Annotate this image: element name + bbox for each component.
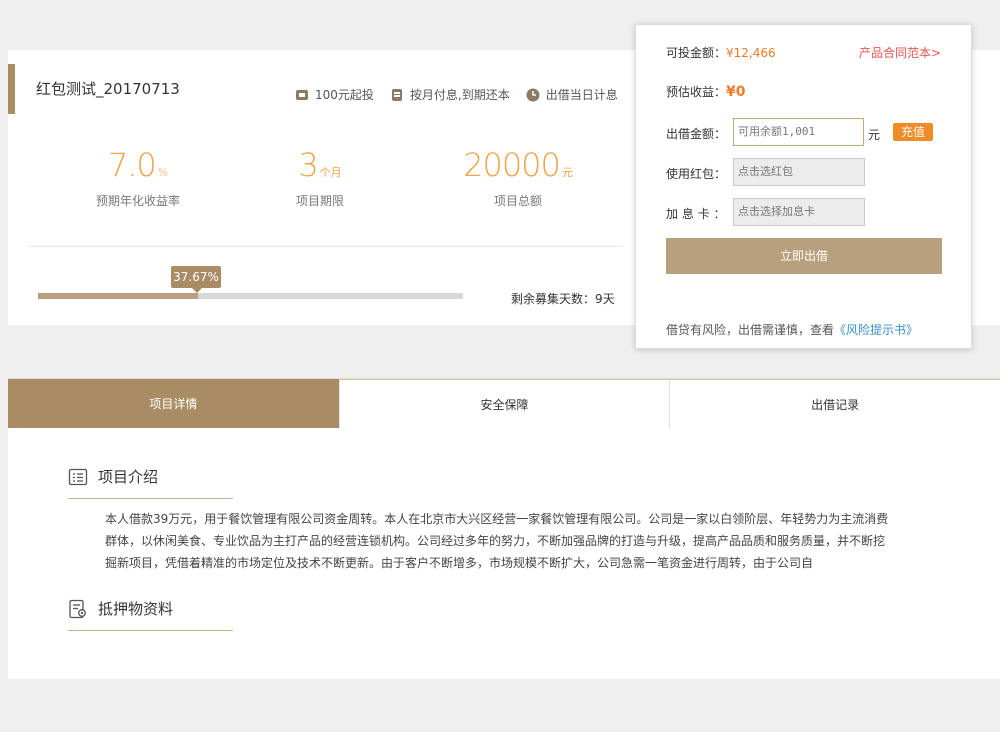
tag-min-invest: 100元起投 [295, 86, 374, 103]
divider [28, 246, 623, 247]
intro-heading: 项目介绍 [68, 466, 158, 487]
stat-rate: 7.0% 预期年化收益率 [83, 148, 193, 209]
coin-stack-icon [295, 88, 309, 102]
remaining-days: 剩余募集天数：9天 [511, 292, 615, 306]
stat-unit: % [157, 166, 169, 179]
project-stats: 7.0% 预期年化收益率 3 个月 项目期限 20000 元 项目总额 [8, 148, 628, 208]
stat-label: 预期年化收益率 [95, 194, 180, 208]
stat-value: 3 [298, 146, 318, 184]
risk-notice: 借贷有风险，出借需谨慎，查看《风险提示书》 [666, 321, 918, 338]
estimate-row: 预估收益：¥0 [666, 83, 746, 100]
interest-card-select[interactable]: 点击选择加息卡 [733, 198, 865, 226]
redpacket-select[interactable]: 点击选红包 [733, 158, 865, 186]
recharge-button[interactable]: 充值 [893, 123, 933, 141]
accent-bar [8, 64, 15, 114]
document-list-icon [68, 467, 88, 487]
tag-label: 100元起投 [315, 88, 374, 102]
tab-project-details[interactable]: 项目详情 [8, 379, 339, 429]
risk-text: 借贷有风险，出借需谨慎，查看 [666, 323, 835, 337]
project-title: 红包测试_20170713 [36, 80, 180, 98]
invest-amount-input[interactable]: 可用余额1,001 [733, 118, 864, 146]
stat-label: 项目期限 [295, 194, 344, 208]
stat-value: 20000 [463, 146, 561, 184]
stat-term: 3 个月 项目期限 [280, 148, 360, 209]
section-underline [68, 630, 233, 631]
available-label: 可投金额： [666, 46, 727, 60]
detail-content: 项目介绍 本人借款39万元，用于餐饮管理有限公司资金周转。本人在北京市大兴区经营… [8, 428, 1000, 679]
tag-label: 按月付息,到期还本 [409, 88, 510, 102]
clock-icon [526, 88, 540, 102]
stat-value: 7.0 [107, 146, 157, 184]
tag-interest-start: 出借当日计息 [526, 86, 618, 103]
progress-percent-badge: 37.67% [171, 266, 221, 293]
available-amount-row: 可投金额：¥12,466 [666, 44, 776, 61]
intro-text: 本人借款39万元，用于餐饮管理有限公司资金周转。本人在北京市大兴区经营一家餐饮管… [105, 512, 889, 570]
unit-label: 元 [868, 128, 881, 142]
contract-template-link[interactable]: 产品合同范本> [859, 44, 941, 61]
invest-now-button[interactable]: 立即出借 [666, 238, 942, 274]
stat-unit: 个月 [319, 166, 342, 179]
progress-bar [38, 293, 463, 299]
collateral-title: 抵押物资料 [98, 600, 174, 618]
available-value: ¥12,466 [726, 46, 776, 60]
section-underline [68, 498, 233, 499]
progress-fill [38, 293, 199, 299]
detail-tabs: 项目详情 安全保障 出借记录 [8, 378, 1000, 429]
estimate-label: 预估收益： [666, 85, 727, 99]
card-label: 加 息 卡 ： [666, 207, 726, 221]
tag-repayment: 按月付息,到期还本 [390, 86, 510, 103]
stat-unit: 元 [561, 166, 573, 179]
invest-panel: 可投金额：¥12,466 产品合同范本> 预估收益：¥0 出借金额： 可用余额1… [635, 24, 972, 349]
redpacket-label: 使用红包： [666, 167, 727, 181]
tab-invest-records[interactable]: 出借记录 [669, 379, 1000, 429]
amount-label: 出借金额： [666, 127, 727, 141]
certificate-icon [68, 599, 88, 619]
tab-security[interactable]: 安全保障 [338, 379, 670, 429]
project-tags: 100元起投 按月付息,到期还本 出借当日计息 [295, 86, 634, 103]
stat-label: 项目总额 [493, 194, 542, 208]
tag-label: 出借当日计息 [545, 88, 618, 102]
calendar-icon [390, 88, 404, 102]
intro-title: 项目介绍 [98, 468, 159, 486]
collateral-heading: 抵押物资料 [68, 598, 173, 619]
stat-amount: 20000 元 项目总额 [448, 148, 588, 209]
risk-disclosure-link[interactable]: 《风险提示书》 [834, 323, 918, 337]
estimate-value: ¥0 [726, 84, 746, 100]
